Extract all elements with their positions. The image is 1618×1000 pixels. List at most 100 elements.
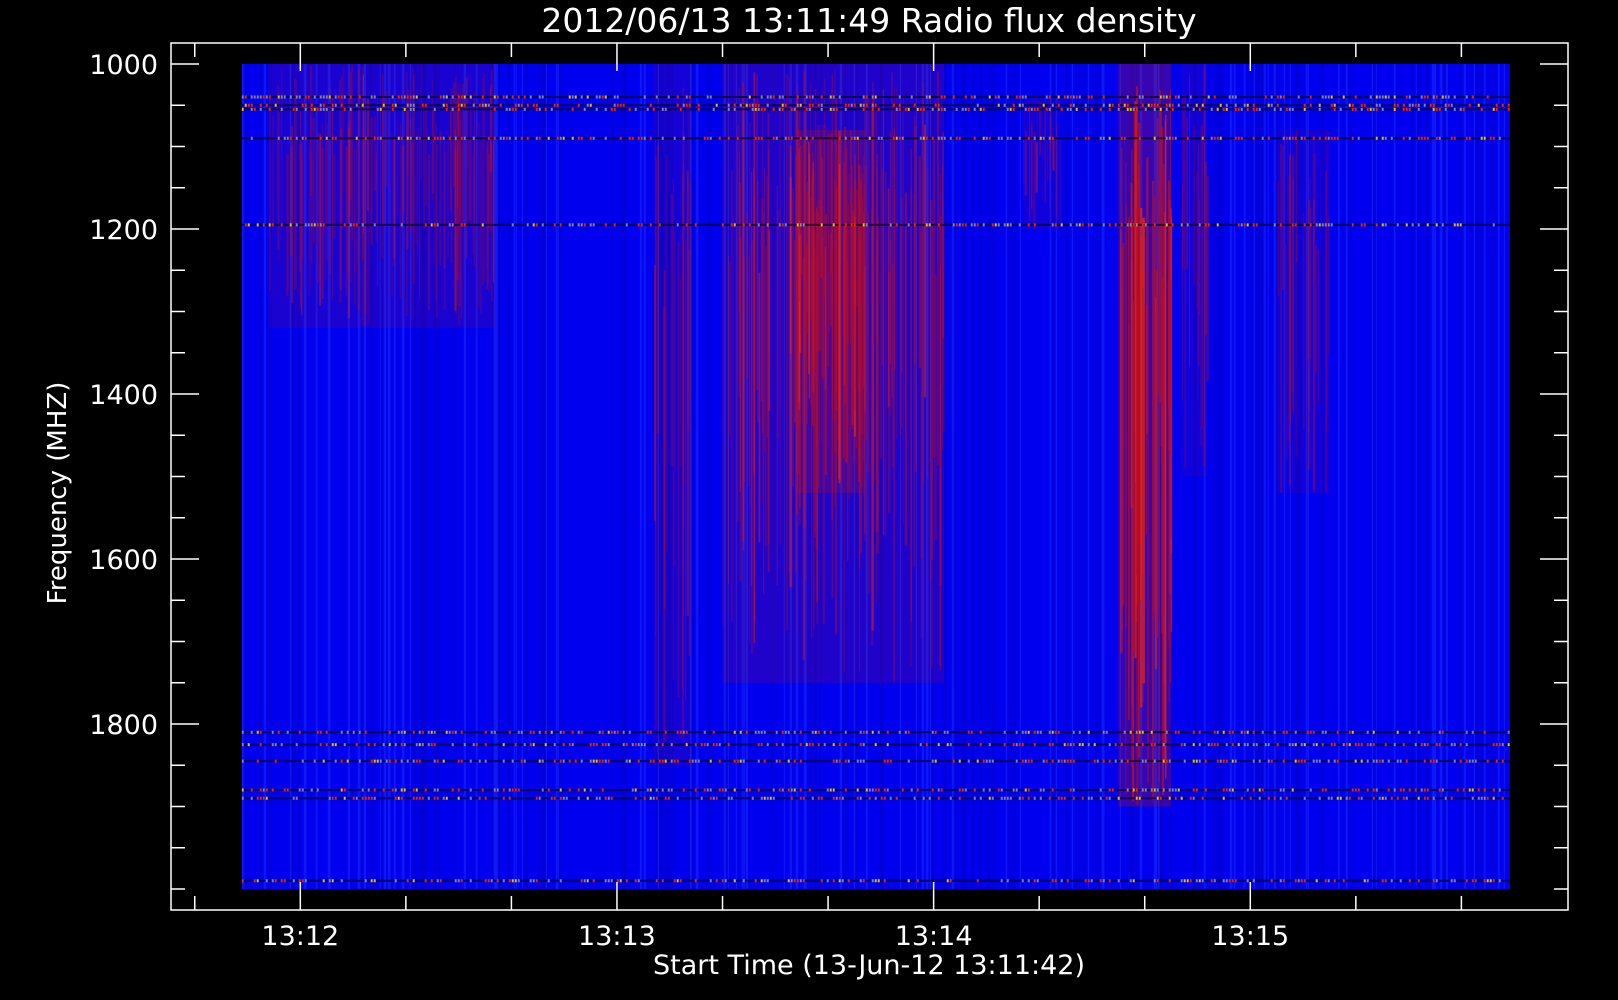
interference-dot	[469, 796, 472, 800]
interference-dot	[679, 879, 682, 883]
interference-dot	[1063, 743, 1066, 747]
interference-dot	[1210, 743, 1213, 747]
interference-dot	[754, 103, 757, 107]
interference-dot	[1102, 759, 1105, 763]
interference-dot	[604, 743, 607, 747]
interference-dot	[811, 796, 814, 800]
burst-streak	[419, 137, 421, 300]
texture-streak	[1267, 64, 1269, 889]
burst-streak	[281, 67, 283, 232]
interference-dot	[307, 223, 310, 227]
burst-streak	[1200, 125, 1203, 447]
interference-dot	[799, 788, 802, 792]
interference-dot	[547, 136, 550, 140]
interference-dot	[1000, 879, 1003, 883]
interference-dot	[928, 796, 931, 800]
interference-dot	[1252, 743, 1255, 747]
interference-dot	[673, 136, 676, 140]
interference-dot	[832, 879, 835, 883]
interference-dot	[1483, 136, 1486, 140]
interference-dot	[508, 730, 511, 734]
interference-dot	[1429, 103, 1432, 107]
interference-dot	[1264, 743, 1267, 747]
interference-dot	[661, 136, 664, 140]
interference-dot	[676, 95, 679, 99]
burst-streak	[1277, 181, 1280, 297]
interference-dot	[916, 879, 919, 883]
interference-dot	[1345, 743, 1348, 747]
interference-dot	[1357, 788, 1360, 792]
interference-dot	[394, 743, 397, 747]
interference-dot	[1018, 95, 1021, 99]
interference-dot	[1435, 223, 1438, 227]
interference-dot	[1051, 788, 1054, 792]
interference-dot	[388, 759, 391, 763]
interference-dot	[1168, 136, 1171, 140]
interference-dot	[1447, 103, 1450, 107]
interference-dot	[484, 743, 487, 747]
interference-dot	[1462, 107, 1465, 111]
interference-dot	[553, 759, 556, 763]
interference-dot	[1075, 136, 1078, 140]
interference-dot	[646, 788, 649, 792]
interference-dot	[1246, 107, 1249, 111]
interference-dot	[541, 759, 544, 763]
interference-dot	[760, 879, 763, 883]
interference-dot	[1192, 788, 1195, 792]
interference-dot	[610, 107, 613, 111]
y-tick-label: 1000	[89, 50, 158, 81]
interference-dot	[1474, 759, 1477, 763]
interference-dot	[874, 796, 877, 800]
interference-dot	[817, 103, 820, 107]
burst-streak	[1153, 267, 1156, 620]
interference-dot	[1192, 107, 1195, 111]
interference-dot	[265, 796, 268, 800]
burst-streak	[921, 82, 925, 485]
interference-dot	[1021, 879, 1024, 883]
interference-dot	[871, 730, 874, 734]
interference-dot	[418, 136, 421, 140]
interference-dot	[1075, 107, 1078, 111]
interference-dot	[907, 107, 910, 111]
interference-dot	[295, 796, 298, 800]
interference-dot	[550, 730, 553, 734]
burst-streak	[1295, 233, 1298, 458]
interference-dot	[826, 879, 829, 883]
interference-dot	[763, 730, 766, 734]
interference-dot	[1399, 759, 1402, 763]
interference-dot	[277, 95, 280, 99]
interference-dot	[571, 95, 574, 99]
interference-dot	[241, 879, 244, 883]
burst-streak	[446, 135, 449, 260]
interference-dot	[1276, 95, 1279, 99]
interference-dot	[907, 759, 910, 763]
interference-dot	[454, 136, 457, 140]
interference-dot	[250, 730, 253, 734]
interference-dot	[760, 730, 763, 734]
burst-streak	[843, 162, 846, 460]
interference-dot	[838, 759, 841, 763]
burst-streak	[1196, 171, 1198, 310]
interference-dot	[949, 136, 952, 140]
interference-dot	[997, 788, 1000, 792]
interference-dot	[412, 788, 415, 792]
burst-streak	[492, 140, 495, 283]
interference-dot	[619, 136, 622, 140]
interference-dot	[790, 136, 793, 140]
interference-dot	[457, 788, 460, 792]
interference-dot	[1021, 730, 1024, 734]
interference-dot	[835, 796, 838, 800]
interference-dot	[1375, 107, 1378, 111]
interference-dot	[832, 759, 835, 763]
interference-dot	[1291, 223, 1294, 227]
interference-dot	[415, 796, 418, 800]
interference-dot	[1213, 730, 1216, 734]
burst-streak	[1193, 125, 1196, 285]
interference-dot	[862, 95, 865, 99]
interference-dot	[991, 796, 994, 800]
interference-dot	[874, 879, 877, 883]
interference-dot	[1444, 103, 1447, 107]
texture-streak	[611, 64, 614, 889]
interference-dot	[1033, 223, 1036, 227]
interference-dot	[568, 223, 571, 227]
